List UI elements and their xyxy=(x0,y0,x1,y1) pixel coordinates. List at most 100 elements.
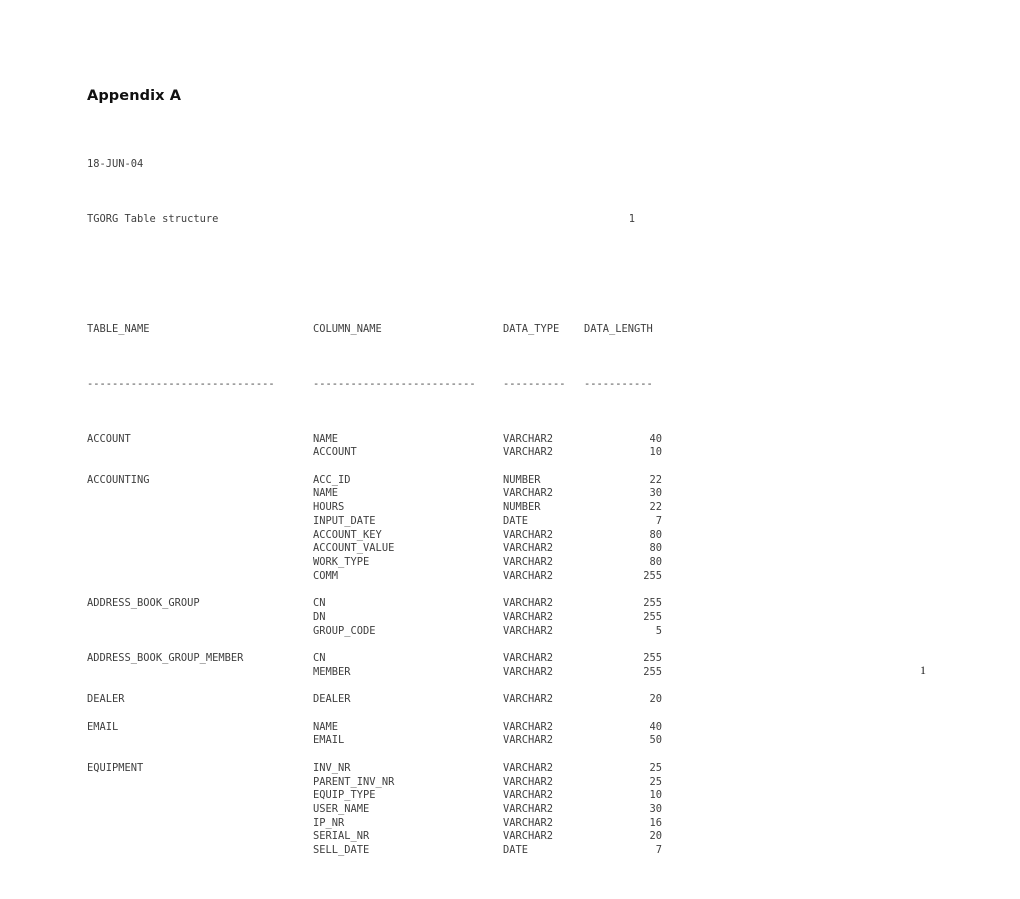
cell-data-length: 30 xyxy=(649,487,662,500)
cell-column-name: MEMBER xyxy=(313,665,351,678)
cell-table-name: EQUIPMENT xyxy=(87,761,144,774)
cell-data-type: VARCHAR2 xyxy=(503,556,554,568)
cell-data-type: NUMBER xyxy=(503,501,541,514)
report-date: 18-JUN-04 xyxy=(87,158,144,171)
cell-data-type: VARCHAR2 xyxy=(503,446,554,459)
cell-data-length: 22 xyxy=(649,473,662,486)
cell-column-name: CN xyxy=(313,597,326,610)
cell-column-name: INV_NR xyxy=(313,761,351,774)
cell-column-name: ACCOUNT_VALUE xyxy=(313,542,395,555)
cell-column-name: EMAIL xyxy=(313,734,345,747)
cell-column-name: SERIAL_NR xyxy=(313,830,370,843)
cell-table-name: ACCOUNT xyxy=(87,432,131,445)
cell-column-name: EQUIP_TYPE xyxy=(313,789,376,802)
table-row: EMAIL NAME VARCHAR2 40 xyxy=(87,721,667,735)
cell-data-length: 25 xyxy=(649,775,662,788)
header-data-length: DATA_LENGTH xyxy=(584,322,653,335)
table-row: ACCOUNT_KEY VARCHAR2 80 xyxy=(87,529,667,543)
cell-data-type: DATE xyxy=(503,514,529,527)
table-row: DN VARCHAR2 255 xyxy=(87,611,667,625)
document-page: Appendix A 18-JUN-04 TGORG Table structu… xyxy=(0,0,1020,856)
cell-data-type: VARCHAR2 xyxy=(503,542,554,555)
cell-data-length: 7 xyxy=(655,514,662,527)
table-row: COMM VARCHAR2 255 xyxy=(87,570,667,584)
table-row: ADDRESS_BOOK_GROUP_MEMBER CN VARCHAR2 255 xyxy=(87,652,667,666)
cell-data-length: 10 xyxy=(649,789,662,802)
cell-data-type: VARCHAR2 xyxy=(503,816,554,829)
cell-data-type: VARCHAR2 xyxy=(503,775,554,788)
table-row: IP_NR VARCHAR2 16 xyxy=(87,817,667,831)
cell-data-type: VARCHAR2 xyxy=(503,432,554,445)
cell-data-type: VARCHAR2 xyxy=(503,830,554,843)
report-date-line: 18-JUN-04 xyxy=(87,158,667,172)
cell-data-length: 255 xyxy=(643,610,662,623)
cell-data-type: VARCHAR2 xyxy=(503,720,554,733)
table-row: SERIAL_NR VARCHAR2 20 xyxy=(87,830,667,844)
cell-data-length: 30 xyxy=(649,802,662,815)
cell-data-type: NUMBER xyxy=(503,473,541,486)
cell-column-name: COMM xyxy=(313,569,339,582)
cell-data-length: 22 xyxy=(649,501,662,514)
cell-column-name: GROUP_CODE xyxy=(313,624,376,637)
cell-data-length: 25 xyxy=(649,761,662,774)
cell-data-length: 80 xyxy=(649,542,662,555)
separator-data-length: ----------- xyxy=(584,377,653,390)
separator-data-type: ---------- xyxy=(503,377,566,390)
report-subject-line: TGORG Table structure 1 xyxy=(87,213,667,227)
table-row: HOURS NUMBER 22 xyxy=(87,501,667,515)
cell-column-name: CN xyxy=(313,652,326,665)
report-separator-row: ------------------------------ ---------… xyxy=(87,378,667,392)
cell-data-length: 80 xyxy=(649,528,662,541)
cell-column-name: SELL_DATE xyxy=(313,844,370,857)
table-row: EQUIPMENT INV_NR VARCHAR2 25 xyxy=(87,762,667,776)
cell-column-name: HOURS xyxy=(313,501,345,514)
cell-data-type: VARCHAR2 xyxy=(503,693,554,706)
cell-column-name: ACCOUNT_KEY xyxy=(313,528,382,541)
cell-data-type: VARCHAR2 xyxy=(503,734,554,747)
footer-page-number: 1 xyxy=(920,663,926,677)
cell-data-length: 255 xyxy=(643,665,662,678)
table-row: SELL_DATE DATE 7 xyxy=(87,844,667,858)
table-row: ACCOUNT NAME VARCHAR2 40 xyxy=(87,433,667,447)
cell-data-type: VARCHAR2 xyxy=(503,597,554,610)
cell-column-name: ACCOUNT xyxy=(313,446,357,459)
cell-column-name: NAME xyxy=(313,720,339,733)
cell-column-name: IP_NR xyxy=(313,816,345,829)
cell-data-type: VARCHAR2 xyxy=(503,528,554,541)
cell-data-length: 255 xyxy=(643,597,662,610)
table-row: ADDRESS_BOOK_GROUP CN VARCHAR2 255 xyxy=(87,597,667,611)
table-row: DEALER DEALER VARCHAR2 20 xyxy=(87,693,667,707)
table-row: MEMBER VARCHAR2 255 xyxy=(87,666,667,680)
table-row: WORK_TYPE VARCHAR2 80 xyxy=(87,556,667,570)
cell-data-type: VARCHAR2 xyxy=(503,569,554,582)
report-rows: ACCOUNT NAME VARCHAR2 40 ACCOUNT VARCHAR2 10 A… xyxy=(87,433,667,858)
cell-column-name: NAME xyxy=(313,487,339,500)
table-row: GROUP_CODE VARCHAR2 5 xyxy=(87,625,667,639)
cell-column-name: NAME xyxy=(313,432,339,445)
table-row: ACCOUNTING ACC_ID NUMBER 22 xyxy=(87,474,667,488)
cell-column-name: USER_NAME xyxy=(313,802,370,815)
table-row: ACCOUNT VARCHAR2 10 xyxy=(87,446,667,460)
cell-data-length: 7 xyxy=(655,844,662,857)
table-row: NAME VARCHAR2 30 xyxy=(87,487,667,501)
separator-table-name: ------------------------------ xyxy=(87,377,275,390)
cell-data-type: DATE xyxy=(503,844,529,857)
cell-data-length: 20 xyxy=(649,693,662,706)
cell-column-name: WORK_TYPE xyxy=(313,556,370,568)
cell-data-type: VARCHAR2 xyxy=(503,652,554,665)
cell-data-length: 50 xyxy=(649,734,662,747)
table-row: EQUIP_TYPE VARCHAR2 10 xyxy=(87,789,667,803)
cell-data-length: 40 xyxy=(649,720,662,733)
cell-data-length: 80 xyxy=(649,556,662,568)
table-row: INPUT_DATE DATE 7 xyxy=(87,515,667,529)
cell-data-type: VARCHAR2 xyxy=(503,665,554,678)
report-subject: TGORG Table structure xyxy=(87,213,219,226)
cell-data-type: VARCHAR2 xyxy=(503,487,554,500)
header-column-name: COLUMN_NAME xyxy=(313,322,382,335)
report-header-row: TABLE_NAME COLUMN_NAME DATA_TYPE DATA_LE… xyxy=(87,323,667,337)
cell-column-name: DEALER xyxy=(313,693,351,706)
